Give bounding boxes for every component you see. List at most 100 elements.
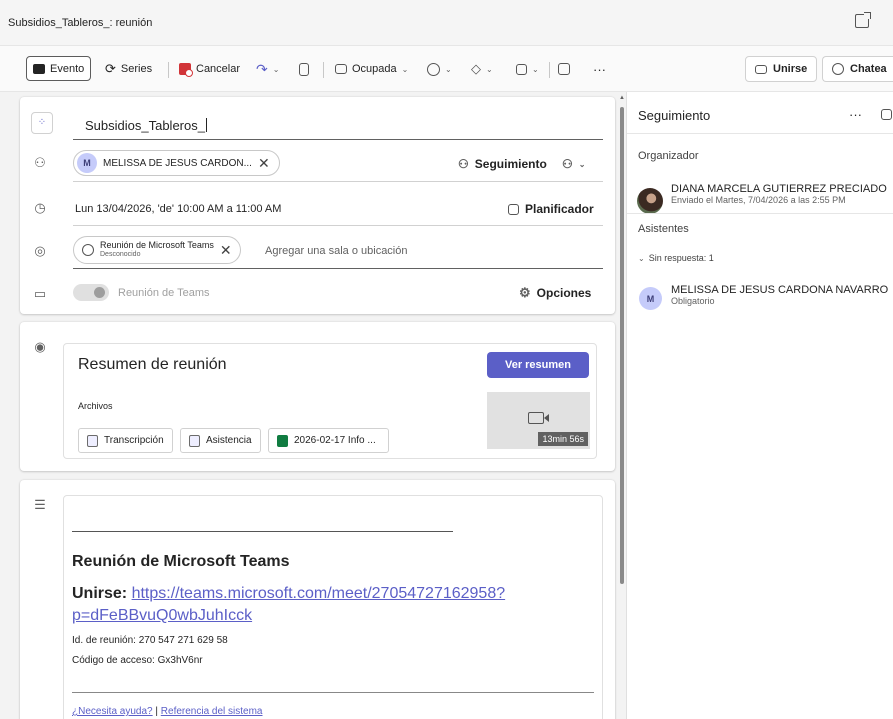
event-type-icon[interactable]: ⁘ <box>31 112 53 134</box>
event-label: Evento <box>50 62 85 75</box>
people-icon: ⚇ <box>34 155 46 170</box>
chat-icon <box>832 63 844 75</box>
recap-title: Resumen de reunión <box>78 356 227 373</box>
chat-label: Chatea <box>850 63 887 75</box>
recording-thumbnail[interactable]: 13min 56s <box>487 392 590 449</box>
apps-grid-icon <box>558 63 570 75</box>
tag-icon: ◇ <box>471 61 481 76</box>
remove-attendee-icon[interactable]: ✕ <box>258 155 270 172</box>
reminder-dropdown[interactable]: ⌄ <box>427 58 452 80</box>
scheduler-label: Planificador <box>525 202 594 216</box>
panel-more-button[interactable]: ··· <box>849 107 862 122</box>
join-link[interactable]: https://teams.microsoft.com/meet/2705472… <box>132 585 506 602</box>
show-as-dropdown[interactable]: Ocupada ⌄ <box>335 58 408 80</box>
title-underline <box>73 139 603 140</box>
location-input[interactable]: Agregar una sala o ubicación <box>265 245 407 257</box>
excel-icon <box>277 434 288 447</box>
collapse-panel-icon[interactable] <box>881 109 892 120</box>
datetime-field[interactable]: Lun 13/04/2026, 'de' 10:00 AM a 11:00 AM <box>75 203 281 215</box>
system-reference-link[interactable]: Referencia del sistema <box>161 706 263 717</box>
avatar: M <box>639 287 662 310</box>
attendee-chip[interactable]: M MELISSA DE JESUS CARDON... ✕ <box>73 150 280 176</box>
divider <box>73 181 603 182</box>
attendee-name: MELISSA DE JESUS CARDONA NAVARRO <box>671 284 889 296</box>
chevron-down-icon: ⌄ <box>445 64 452 74</box>
chevron-down-icon: ⌄ <box>578 159 586 169</box>
chevron-down-icon: ⌄ <box>401 64 409 74</box>
lock-icon <box>516 63 527 75</box>
attendees-label: Asistentes <box>638 223 689 235</box>
series-label: Series <box>120 63 153 75</box>
options-button[interactable]: ⚙ Opciones <box>519 285 591 301</box>
people-check-icon: ⚇ <box>458 157 469 171</box>
cancel-button[interactable]: Cancelar <box>179 58 240 80</box>
forward-arrow-icon: ↷ <box>256 60 268 77</box>
separator-line <box>72 531 453 532</box>
file-transcript[interactable]: Transcripción <box>78 428 173 453</box>
help-link[interactable]: ¿Necesita ayuda? <box>72 706 153 717</box>
file-attendance[interactable]: Asistencia <box>180 428 261 453</box>
options-label: Opciones <box>536 286 592 300</box>
scrollbar-thumb[interactable] <box>620 107 624 584</box>
toolbar-divider <box>168 62 169 78</box>
tracking-label: Seguimiento <box>474 157 547 171</box>
recording-duration: 13min 56s <box>538 432 588 446</box>
files-label: Archivos <box>78 401 113 411</box>
no-response-group[interactable]: ⌄ Sin respuesta: 1 <box>638 253 714 263</box>
chat-button[interactable]: Chatea <box>822 56 893 82</box>
video-camera-icon: ▭ <box>33 286 47 301</box>
event-button[interactable]: Evento <box>26 56 92 81</box>
join-label: Unirse: <box>72 585 128 602</box>
body-editor[interactable]: Reunión de Microsoft Teams Unirse: https… <box>63 495 603 719</box>
recap-icon: ◉ <box>34 339 46 354</box>
body-heading: Reunión de Microsoft Teams <box>72 553 290 570</box>
no-response-label: Sin respuesta: 1 <box>648 253 714 263</box>
recap-card: ◉ Resumen de reunión Ver resumen Archivo… <box>20 322 615 471</box>
organizer-sent-date: Enviado el Martes, 7/04/2026 a las 2:55 … <box>671 195 846 205</box>
location-name: Reunión de Microsoft Teams <box>100 240 214 250</box>
title-bar: Subsidios_Tableros_: reunión <box>0 0 893 46</box>
file-name: 2026-02-17 Info ... <box>294 435 376 446</box>
divider <box>627 213 893 214</box>
series-button[interactable]: ⟳ Series <box>105 58 152 80</box>
join-label: Unirse <box>773 63 808 75</box>
status-icon <box>335 64 347 74</box>
copy-button[interactable] <box>299 58 309 80</box>
toolbar-divider <box>549 62 550 78</box>
copy-icon <box>299 62 309 76</box>
organizer-avatar <box>637 188 663 214</box>
location-chip[interactable]: Reunión de Microsoft Teams Desconocido ✕ <box>73 236 241 264</box>
remove-location-icon[interactable]: ✕ <box>220 242 232 259</box>
scroll-up-arrow-icon[interactable]: ▲ <box>619 95 625 101</box>
categorize-dropdown[interactable]: ◇ ⌄ <box>471 58 493 80</box>
video-camera-icon <box>528 412 549 424</box>
chevron-down-icon: ⌄ <box>638 253 645 263</box>
file-excel[interactable]: 2026-02-17 Info ... <box>268 428 389 453</box>
chevron-down-icon: ⌄ <box>532 64 539 74</box>
privacy-dropdown[interactable]: ⌄ <box>516 58 539 80</box>
repeat-icon: ⟳ <box>105 61 116 76</box>
forward-button[interactable]: ↷ ⌄ <box>256 58 279 80</box>
avatar: M <box>77 153 97 173</box>
separator-line <box>72 692 594 693</box>
organizer-label: Organizador <box>638 150 699 162</box>
link-separator: | <box>155 706 158 717</box>
pop-out-icon[interactable] <box>855 12 871 28</box>
file-name: Asistencia <box>206 435 252 446</box>
view-recap-button[interactable]: Ver resumen <box>487 352 589 378</box>
title-input[interactable]: Subsidios_Tableros_ <box>85 118 207 133</box>
more-options-button[interactable]: ··· <box>593 58 606 80</box>
teams-meeting-toggle[interactable] <box>73 284 109 301</box>
scheduler-button[interactable]: Planificador <box>508 202 594 216</box>
join-link-continued[interactable]: p=dFeBBvuQ0wbJuhIcck <box>72 607 252 624</box>
location-pin-icon <box>82 244 94 256</box>
notes-icon: ☰ <box>34 497 46 512</box>
access-code: Código de acceso: Gx3hV6nr <box>72 655 203 666</box>
document-icon <box>87 434 98 447</box>
event-editor: ⁘ Subsidios_Tableros_ ⚇ M MELISSA DE JES… <box>0 92 625 719</box>
response-options-dropdown[interactable]: ⚇ ⌄ <box>562 157 585 171</box>
apps-button[interactable] <box>558 58 570 80</box>
meeting-id: Id. de reunión: 270 547 271 629 58 <box>72 635 228 646</box>
tracking-button[interactable]: ⚇ Seguimiento <box>458 157 547 171</box>
join-button[interactable]: Unirse <box>745 56 818 82</box>
